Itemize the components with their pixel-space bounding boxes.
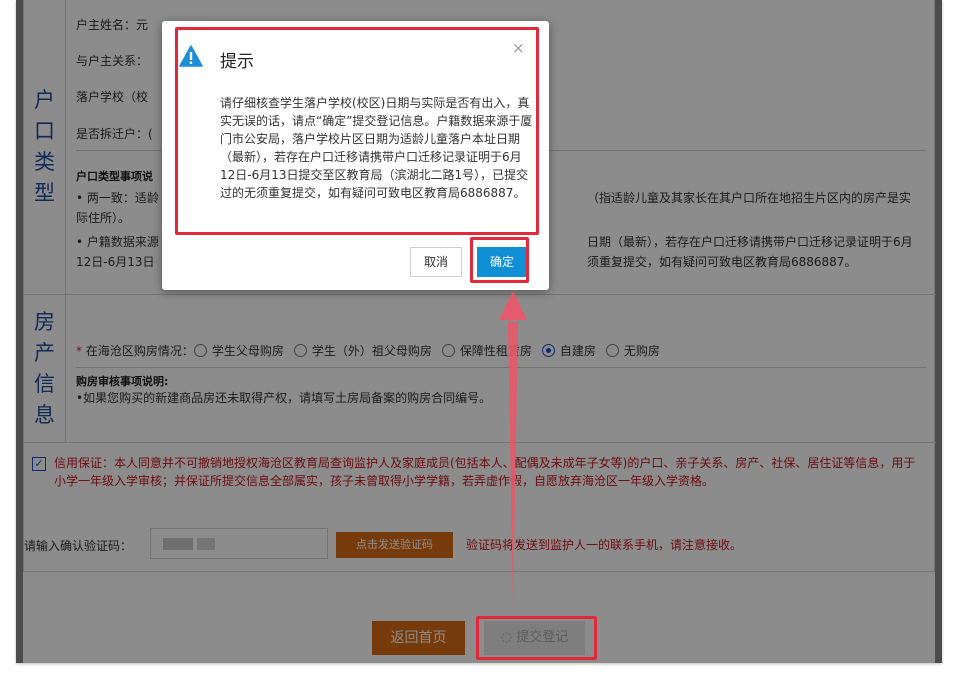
highlight-box-submit	[476, 616, 597, 660]
cancel-button[interactable]: 取消	[410, 247, 462, 277]
highlight-box-confirm	[470, 237, 529, 283]
highlight-box-message	[175, 27, 539, 235]
